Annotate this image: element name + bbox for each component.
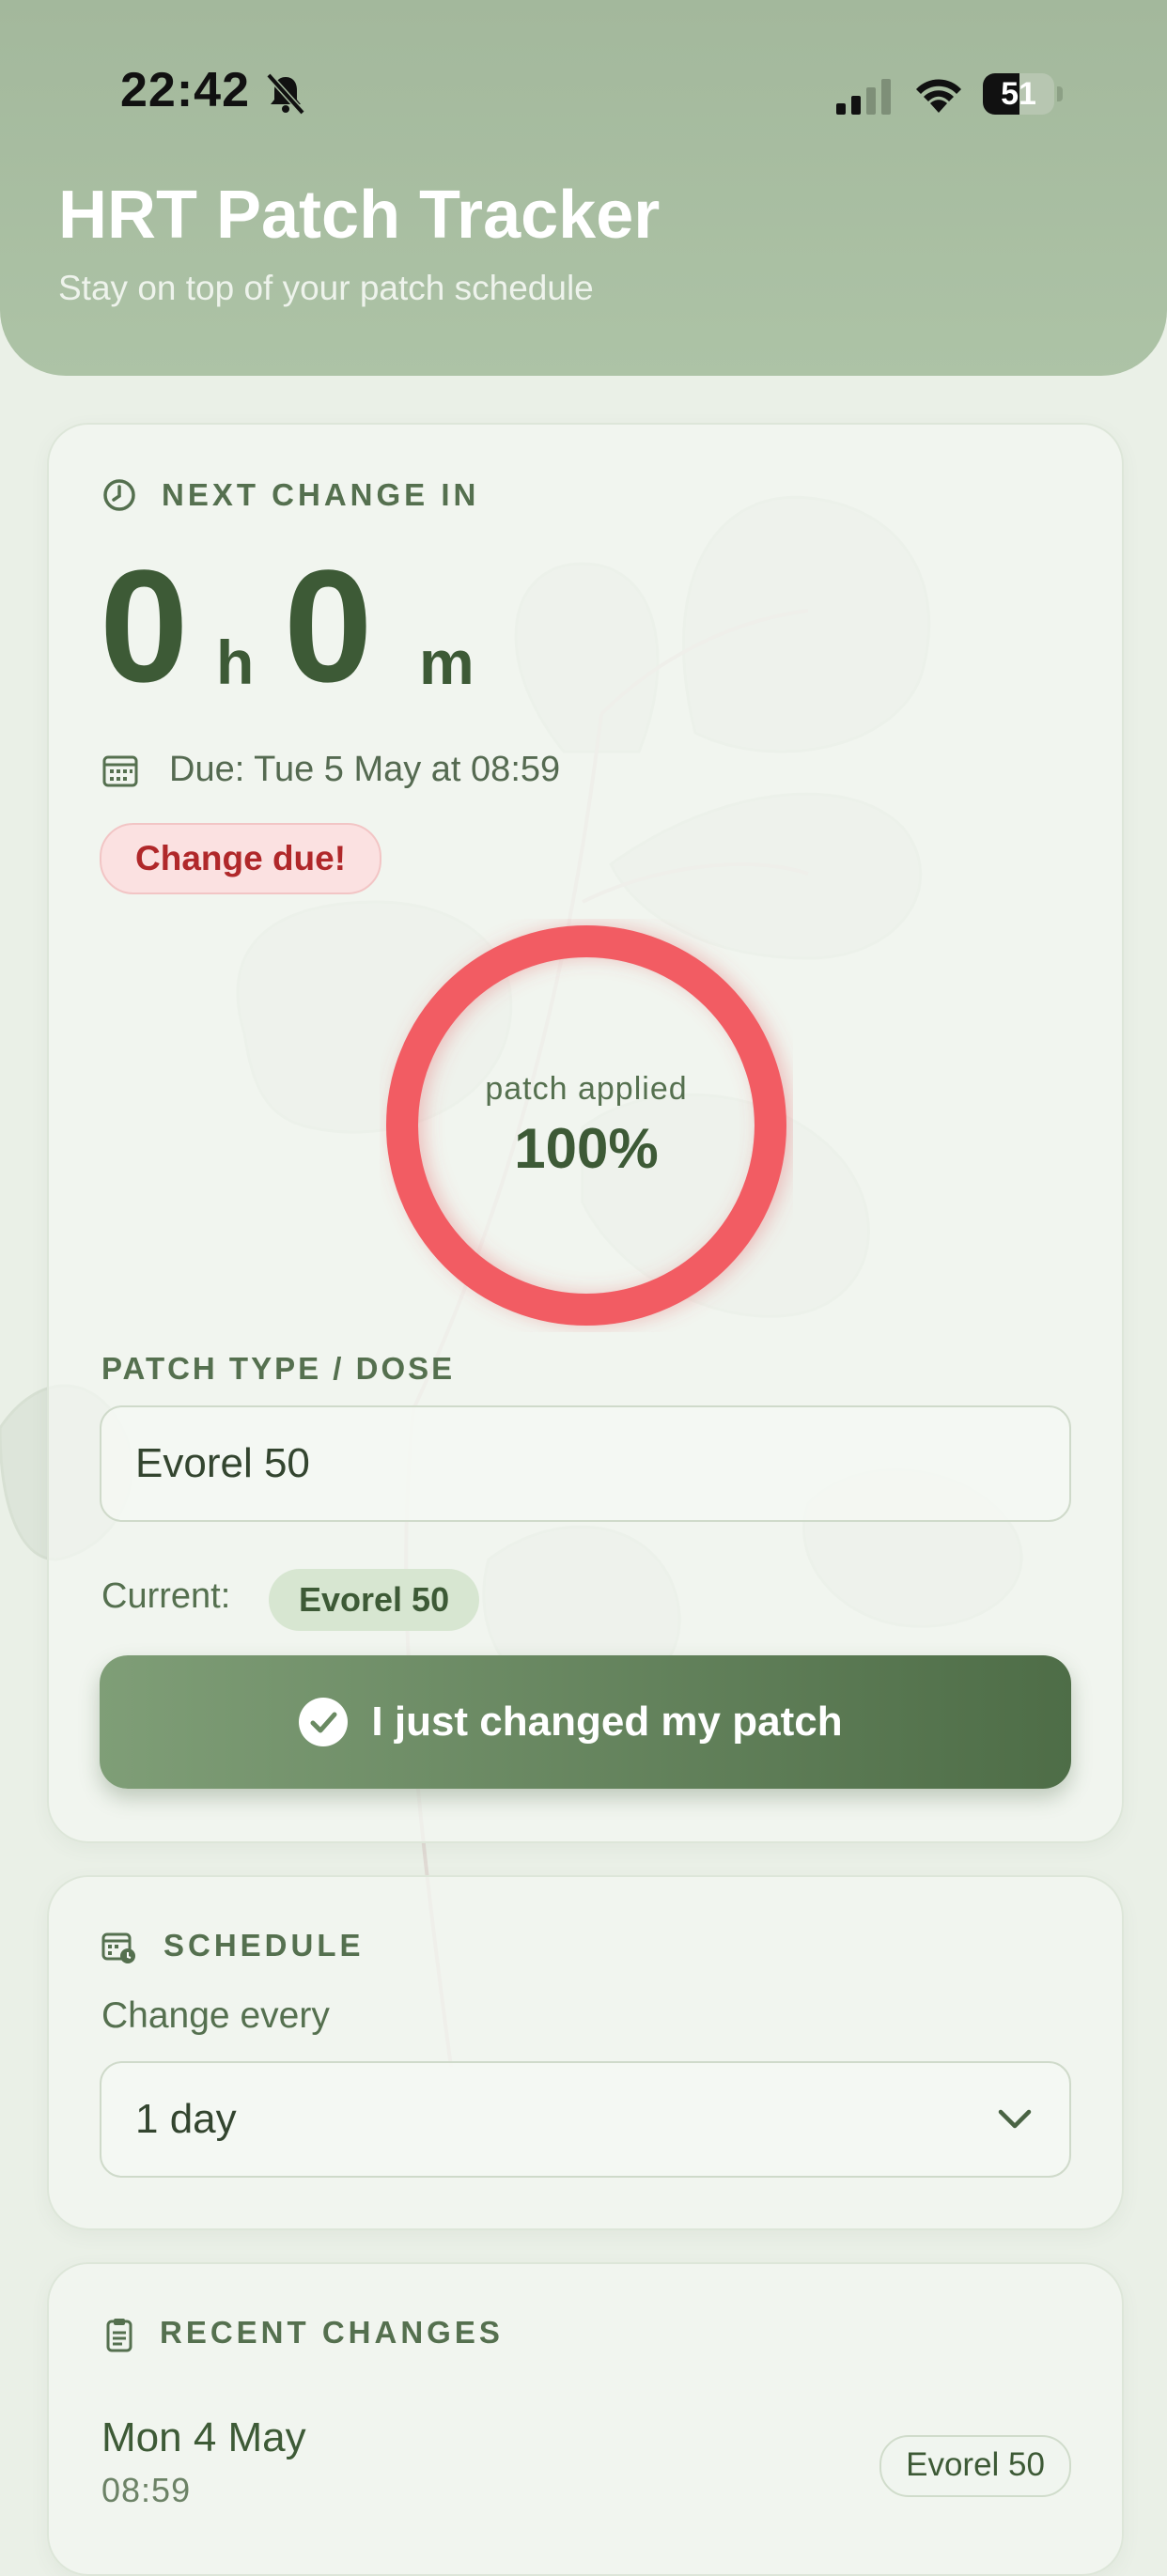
page-title: HRT Patch Tracker xyxy=(58,178,661,253)
patch-type-label: PATCH TYPE / DOSE xyxy=(101,1351,456,1386)
change-interval-value: 1 day xyxy=(135,2096,237,2142)
history-date: Mon 4 May xyxy=(101,2414,306,2460)
battery-indicator: 51 xyxy=(983,73,1064,115)
patch-type-input[interactable] xyxy=(100,1405,1071,1522)
change-interval-select[interactable]: 1 day xyxy=(100,2061,1071,2178)
status-badge: Change due! xyxy=(100,823,382,894)
status-time: 22:42 xyxy=(120,63,250,117)
current-patch-chip: Evorel 50 xyxy=(269,1569,480,1631)
ring-label: patch applied xyxy=(485,1071,688,1107)
silent-bell-icon xyxy=(266,72,305,115)
changed-patch-button-label: I just changed my patch xyxy=(371,1699,843,1745)
progress-ring: patch applied 100% xyxy=(380,919,793,1332)
clipboard-icon xyxy=(106,2319,132,2352)
current-label: Current: xyxy=(101,1576,231,1616)
countdown-hours: 0 xyxy=(100,537,189,716)
chevron-down-icon xyxy=(998,2109,1032,2129)
change-every-label: Change every xyxy=(101,1995,330,2036)
next-change-card: NEXT CHANGE IN 0 h 0 m Due: Tue 5 May at… xyxy=(47,423,1124,1843)
recent-changes-card: RECENT CHANGES Mon 4 May 08:59 Evorel 50 xyxy=(47,2262,1124,2576)
ring-value: 100% xyxy=(514,1117,659,1180)
recent-changes-heading: RECENT CHANGES xyxy=(160,2315,504,2350)
app-header: 22:42 51 HRT Patch Tracker Stay on top o… xyxy=(0,0,1167,376)
cellular-signal-icon xyxy=(836,79,891,115)
schedule-card: SCHEDULE Change every 1 day xyxy=(47,1875,1124,2230)
page-subtitle: Stay on top of your patch schedule xyxy=(58,269,594,307)
countdown-hours-unit: h xyxy=(216,628,255,697)
next-change-heading: NEXT CHANGE IN xyxy=(162,477,480,512)
countdown-minutes-unit: m xyxy=(419,628,475,697)
schedule-heading: SCHEDULE xyxy=(163,1928,365,1963)
clock-icon xyxy=(103,479,135,511)
wifi-icon xyxy=(916,79,961,113)
history-patch-chip: Evorel 50 xyxy=(879,2435,1071,2497)
calendar-clock-icon xyxy=(101,1932,135,1963)
countdown-minutes: 0 xyxy=(284,537,373,716)
changed-patch-button[interactable]: I just changed my patch xyxy=(100,1655,1071,1789)
history-time: 08:59 xyxy=(101,2471,192,2509)
battery-percent: 51 xyxy=(1001,76,1036,112)
due-date-text: Due: Tue 5 May at 08:59 xyxy=(169,750,561,789)
calendar-icon xyxy=(102,755,138,787)
